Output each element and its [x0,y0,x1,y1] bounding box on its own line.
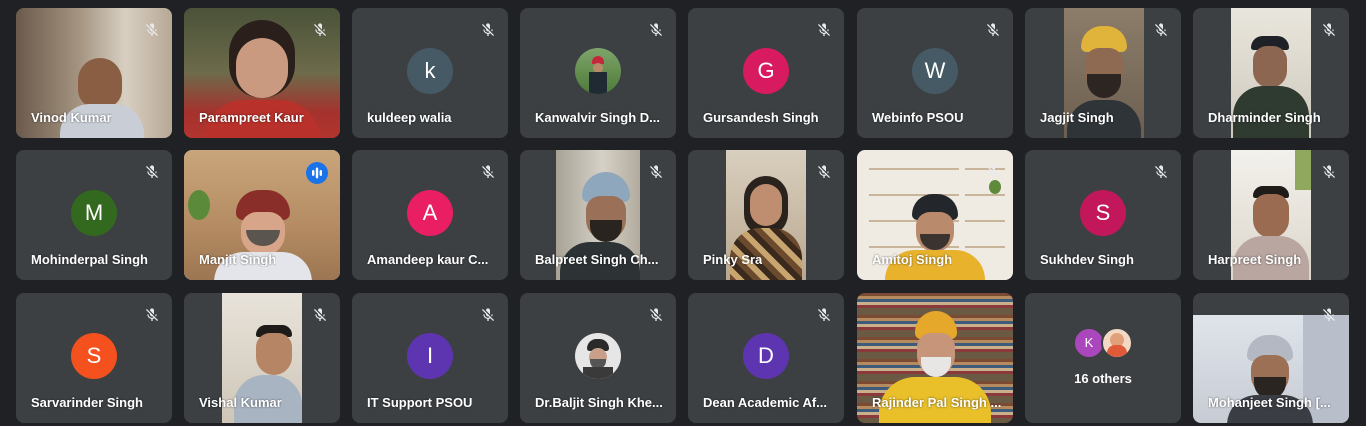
participant-tile[interactable]: Dr.Baljit Singh Khe... [520,293,676,423]
mic-off-icon [985,164,1001,180]
mic-off-icon [144,307,160,323]
person-figure [236,38,288,98]
participant-tile[interactable]: D Dean Academic Af... [688,293,844,423]
participant-tile[interactable]: Vinod Kumar [16,8,172,138]
mic-off-icon [1153,164,1169,180]
mic-off-icon [312,307,328,323]
participant-tile[interactable]: S Sukhdev Singh [1025,150,1181,280]
participant-name: Webinfo PSOU [872,110,964,125]
avatar: I [407,333,453,379]
participant-tile-active-speaker[interactable]: Manjit Singh [184,150,340,280]
participant-tile[interactable]: A Amandeep kaur C... [352,150,508,280]
participant-name: Jagjit Singh [1040,110,1114,125]
mic-off-icon [648,307,664,323]
others-tile[interactable]: K 16 others [1025,293,1181,423]
avatar: S [1080,190,1126,236]
participant-tile[interactable]: G Gursandesh Singh [688,8,844,138]
mic-off-icon [1153,22,1169,38]
participant-tile[interactable]: Kanwalvir Singh D... [520,8,676,138]
others-count: 16 others [1074,371,1132,386]
plant-decor [188,190,210,220]
person-figure [1253,194,1289,238]
participant-tile[interactable]: W Webinfo PSOU [857,8,1013,138]
participant-tile[interactable]: Parampreet Kaur [184,8,340,138]
participant-name: Sarvarinder Singh [31,395,143,410]
avatar [575,48,621,94]
participant-tile[interactable]: k kuldeep walia [352,8,508,138]
participant-name: Harpreet Singh [1208,252,1302,267]
participant-name: Sukhdev Singh [1040,252,1134,267]
participant-name: Manjit Singh [199,252,277,267]
person-figure [750,184,782,226]
mic-off-icon [144,22,160,38]
participant-name: Rajinder Pal Singh ... [872,395,1002,410]
mic-off-icon [480,164,496,180]
avatar: A [407,190,453,236]
mic-off-icon [144,164,160,180]
participant-name: Balpreet Singh Ch... [535,252,659,267]
participant-tile[interactable]: Pinky Sra [688,150,844,280]
participant-tile[interactable]: Dharminder Singh [1193,8,1349,138]
participant-name: IT Support PSOU [367,395,473,410]
avatar: M [71,190,117,236]
participant-tile[interactable]: S Sarvarinder Singh [16,293,172,423]
participant-name: Kanwalvir Singh D... [535,110,660,125]
person-figure [1253,46,1287,88]
participant-name: Vinod Kumar [31,110,112,125]
bookshelf-decor [869,168,959,170]
mic-off-icon [1321,307,1337,323]
mic-off-icon [648,164,664,180]
participant-tile[interactable]: M Mohinderpal Singh [16,150,172,280]
mic-off-icon [648,22,664,38]
mic-off-icon [480,307,496,323]
participant-tile[interactable]: Rajinder Pal Singh ... [857,293,1013,423]
participant-name: Mohanjeet Singh [... [1208,395,1331,410]
avatar: k [407,48,453,94]
participant-name: kuldeep walia [367,110,452,125]
participant-name: Gursandesh Singh [703,110,819,125]
participant-tile[interactable]: Vishal Kumar [184,293,340,423]
participant-name: Amitoj Singh [872,252,953,267]
avatar [575,333,621,379]
avatar [1101,327,1133,359]
mic-off-icon [312,22,328,38]
participant-tile[interactable]: Harpreet Singh [1193,150,1349,280]
participant-name: Dharminder Singh [1208,110,1321,125]
participant-tile[interactable]: Balpreet Singh Ch... [520,150,676,280]
participant-name: Vishal Kumar [199,395,282,410]
mic-off-icon [1321,22,1337,38]
avatar: D [743,333,789,379]
participant-tile[interactable]: Jagjit Singh [1025,8,1181,138]
participant-name: Amandeep kaur C... [367,252,489,267]
participant-name: Dean Academic Af... [703,395,828,410]
participant-name: Pinky Sra [703,252,763,267]
plant-decor [1295,150,1311,190]
participant-tile[interactable]: Amitoj Singh [857,150,1013,280]
participant-tile[interactable]: Mohanjeet Singh [... [1193,293,1349,423]
participant-name: Mohinderpal Singh [31,252,148,267]
participant-tile[interactable]: I IT Support PSOU [352,293,508,423]
mic-off-icon [816,22,832,38]
participant-name: Parampreet Kaur [199,110,304,125]
mic-off-icon [816,164,832,180]
mic-off-icon [816,307,832,323]
avatar: W [912,48,958,94]
person-figure [256,333,292,375]
mic-off-icon [985,22,1001,38]
avatar: S [71,333,117,379]
avatar: G [743,48,789,94]
speaking-indicator-icon [306,162,328,184]
plant-decor [989,180,1001,194]
mic-off-icon [480,22,496,38]
mic-off-icon [1321,164,1337,180]
person-figure [78,58,122,108]
participant-name: Dr.Baljit Singh Khe... [535,395,663,410]
